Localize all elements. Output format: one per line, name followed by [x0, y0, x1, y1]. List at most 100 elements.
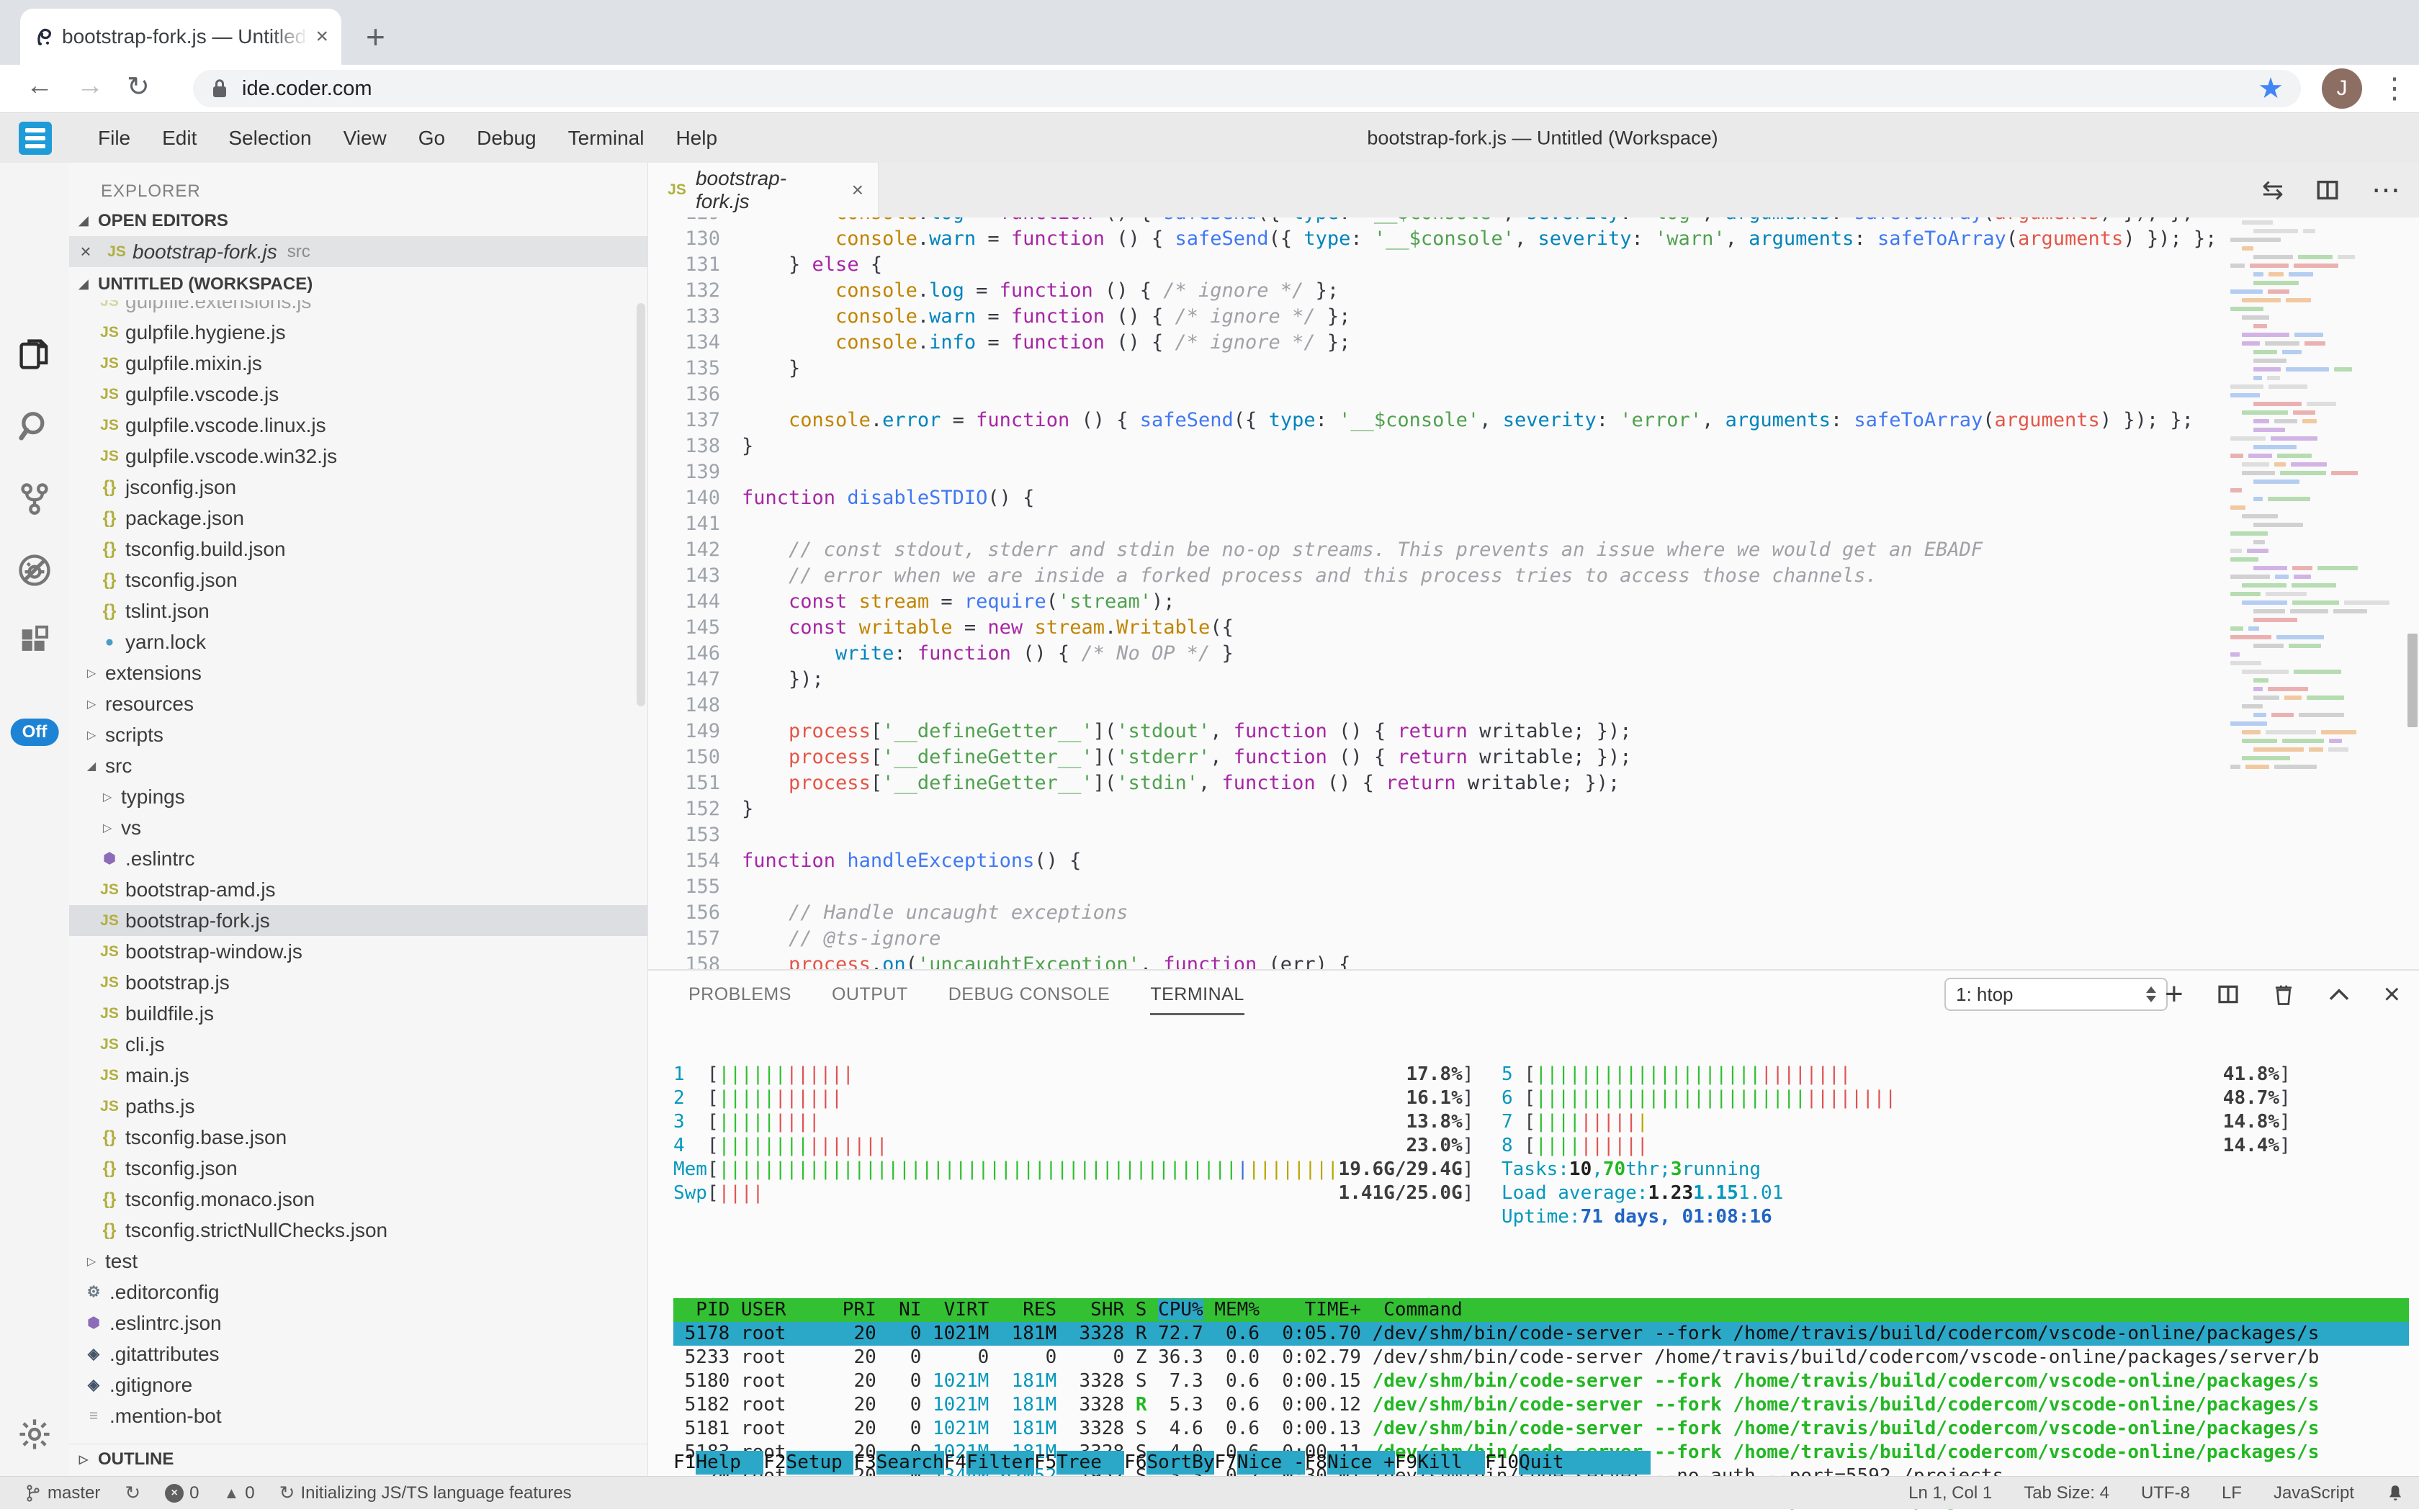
tree-item-scripts[interactable]: ▷scripts [69, 719, 647, 750]
menu-item-help[interactable]: Help [660, 127, 733, 150]
tab-close-icon[interactable]: × [315, 26, 328, 48]
code-line[interactable]: 151 process['__defineGetter__']('stdin',… [648, 770, 2222, 796]
editor-scrollbar[interactable] [2407, 634, 2418, 727]
code-line[interactable]: 131 } else { [648, 252, 2222, 278]
tree-item-tsconfig.json[interactable]: {}tsconfig.json [69, 564, 647, 595]
status-item-0[interactable]: ×0 [165, 1483, 199, 1503]
tree-item-extensions[interactable]: ▷extensions [69, 657, 647, 688]
maximize-panel-icon[interactable] [2328, 986, 2351, 1003]
tree-item-typings[interactable]: ▷typings [69, 781, 647, 812]
status-item-tab-size-4[interactable]: Tab Size: 4 [2024, 1483, 2109, 1503]
tree-item-tsconfig.monaco.json[interactable]: {}tsconfig.monaco.json [69, 1184, 647, 1215]
tree-item-gulpfile.vscode.win32.js[interactable]: JSgulpfile.vscode.win32.js [69, 441, 647, 472]
status-item-javascript[interactable]: JavaScript [2274, 1483, 2354, 1503]
code-line[interactable]: 156 // Handle uncaught exceptions [648, 900, 2222, 926]
status-item-ln-1-col-1[interactable]: Ln 1, Col 1 [1908, 1483, 1992, 1503]
fkey-f8[interactable]: F8 [1305, 1451, 1327, 1475]
open-editor-item[interactable]: × JS bootstrap-fork.js src [69, 236, 647, 267]
process-row-5178[interactable]: 5178 root 20 0 1021M 181M 3328 R 72.7 0.… [673, 1322, 2409, 1346]
kill-terminal-icon[interactable] [2273, 983, 2294, 1006]
code-line[interactable]: 139 [648, 459, 2222, 485]
address-bar[interactable]: ide.coder.com ★ [193, 70, 2301, 107]
status-item-bell-icon[interactable] [2386, 1483, 2405, 1503]
avatar[interactable]: J [2322, 68, 2362, 109]
bookmark-star-icon[interactable]: ★ [2258, 72, 2284, 105]
code-line[interactable]: 132 console.log = function () { /* ignor… [648, 278, 2222, 304]
tree-item-main.js[interactable]: JSmain.js [69, 1060, 647, 1091]
code-line[interactable]: 155 [648, 874, 2222, 900]
minimap[interactable] [2222, 217, 2406, 969]
code-line[interactable]: 153 [648, 822, 2222, 848]
code-line[interactable]: 158 process.on('uncaughtException', func… [648, 952, 2222, 969]
open-changes-icon[interactable]: ⇆ [2262, 175, 2284, 205]
outline-section[interactable]: ▷ OUTLINE [69, 1444, 647, 1475]
fkey-f5[interactable]: F5 [1034, 1451, 1056, 1475]
tree-item-gulpfile.vscode.js[interactable]: JSgulpfile.vscode.js [69, 379, 647, 410]
open-editors-section[interactable]: ◢ OPEN EDITORS [69, 206, 647, 236]
back-icon[interactable]: ← [26, 71, 53, 102]
panel-tab-output[interactable]: OUTPUT [832, 984, 908, 1005]
panel-tab-terminal[interactable]: TERMINAL [1150, 984, 1244, 1005]
tree-item-tsconfig.build.json[interactable]: {}tsconfig.build.json [69, 534, 647, 564]
panel-tab-problems[interactable]: PROBLEMS [688, 984, 791, 1005]
status-item-utf-8[interactable]: UTF-8 [2141, 1483, 2190, 1503]
process-table-header[interactable]: PID USER PRI NI VIRT RES SHR S CPU% MEM%… [673, 1298, 2409, 1322]
code-line[interactable]: 142 // const stdout, stderr and stdin be… [648, 537, 2222, 563]
tree-item-test[interactable]: ▷test [69, 1246, 647, 1277]
status-badge[interactable]: Off [11, 719, 59, 746]
code-line[interactable]: 148 [648, 693, 2222, 719]
debug-disabled-icon[interactable] [16, 552, 53, 589]
close-icon[interactable]: × [69, 240, 102, 263]
tree-item-gulpfile.vscode.linux.js[interactable]: JSgulpfile.vscode.linux.js [69, 410, 647, 441]
tree-item-resources[interactable]: ▷resources [69, 688, 647, 719]
tree-item-.gitignore[interactable]: ◈.gitignore [69, 1369, 647, 1400]
editor-tab[interactable]: JS bootstrap-fork.js × [648, 163, 879, 217]
tree-item-bootstrap-window.js[interactable]: JSbootstrap-window.js [69, 936, 647, 967]
tree-item-bootstrap-fork.js[interactable]: JSbootstrap-fork.js [69, 905, 647, 936]
source-control-icon[interactable] [16, 480, 53, 517]
workspace-section[interactable]: ◢ UNTITLED (WORKSPACE) [69, 269, 647, 300]
code-line[interactable]: 147 }); [648, 667, 2222, 693]
add-terminal-icon[interactable]: + [2165, 976, 2184, 1012]
app-logo[interactable] [19, 122, 52, 155]
code-editor[interactable]: 129 console.log = function () { safeSend… [648, 217, 2222, 969]
tree-item-jsconfig.json[interactable]: {}jsconfig.json [69, 472, 647, 503]
menu-item-debug[interactable]: Debug [461, 127, 552, 150]
code-line[interactable]: 135 } [648, 356, 2222, 382]
process-row-5181[interactable]: 5181 root 20 0 1021M 181M 3328 S 4.6 0.6… [673, 1417, 2409, 1441]
sidebar-scrollbar[interactable] [637, 303, 645, 706]
more-actions-icon[interactable]: ⋯ [2371, 174, 2402, 207]
menu-item-go[interactable]: Go [403, 127, 461, 150]
split-terminal-icon[interactable] [2217, 983, 2240, 1006]
tree-item-vs[interactable]: ▷vs [69, 812, 647, 843]
code-line[interactable]: 137 console.error = function () { safeSe… [648, 408, 2222, 433]
code-line[interactable]: 144 const stream = require('stream'); [648, 589, 2222, 615]
menu-item-terminal[interactable]: Terminal [552, 127, 660, 150]
tree-item-yarn.lock[interactable]: ●yarn.lock [69, 626, 647, 657]
extensions-icon[interactable] [16, 624, 53, 661]
process-row-5180[interactable]: 5180 root 20 0 1021M 181M 3328 S 7.3 0.6… [673, 1369, 2409, 1393]
tree-item-bootstrap.js[interactable]: JSbootstrap.js [69, 967, 647, 998]
fkey-f3[interactable]: F3 [853, 1451, 876, 1475]
tree-item-.mention-bot[interactable]: ≡.mention-bot [69, 1400, 647, 1431]
tree-item-gulpfile.extensions.js[interactable]: JSgulpfile.extensions.js [69, 300, 647, 317]
tree-item-.eslintrc.json[interactable]: ⬢.eslintrc.json [69, 1308, 647, 1338]
explorer-icon[interactable] [16, 336, 53, 373]
fkey-f6[interactable]: F6 [1124, 1451, 1146, 1475]
tree-item-tsconfig.base.json[interactable]: {}tsconfig.base.json [69, 1122, 647, 1153]
tree-item-package.json[interactable]: {}package.json [69, 503, 647, 534]
tree-item-bootstrap-amd.js[interactable]: JSbootstrap-amd.js [69, 874, 647, 905]
code-line[interactable]: 134 console.info = function () { /* igno… [648, 330, 2222, 356]
new-tab-button[interactable]: + [366, 17, 385, 56]
fkey-f1[interactable]: F1 [673, 1451, 696, 1475]
tree-item-.eslintrc[interactable]: ⬢.eslintrc [69, 843, 647, 874]
fkey-f2[interactable]: F2 [763, 1451, 786, 1475]
fkey-f7[interactable]: F7 [1214, 1451, 1237, 1475]
tab-close-icon[interactable]: × [852, 180, 863, 200]
search-icon[interactable] [16, 408, 53, 445]
tree-item-.editorconfig[interactable]: ⚙.editorconfig [69, 1277, 647, 1308]
status-item-sync-icon[interactable]: ↻ [125, 1482, 140, 1504]
code-line[interactable]: 152} [648, 796, 2222, 822]
tree-item-gulpfile.hygiene.js[interactable]: JSgulpfile.hygiene.js [69, 317, 647, 348]
code-line[interactable]: 130 console.warn = function () { safeSen… [648, 226, 2222, 252]
